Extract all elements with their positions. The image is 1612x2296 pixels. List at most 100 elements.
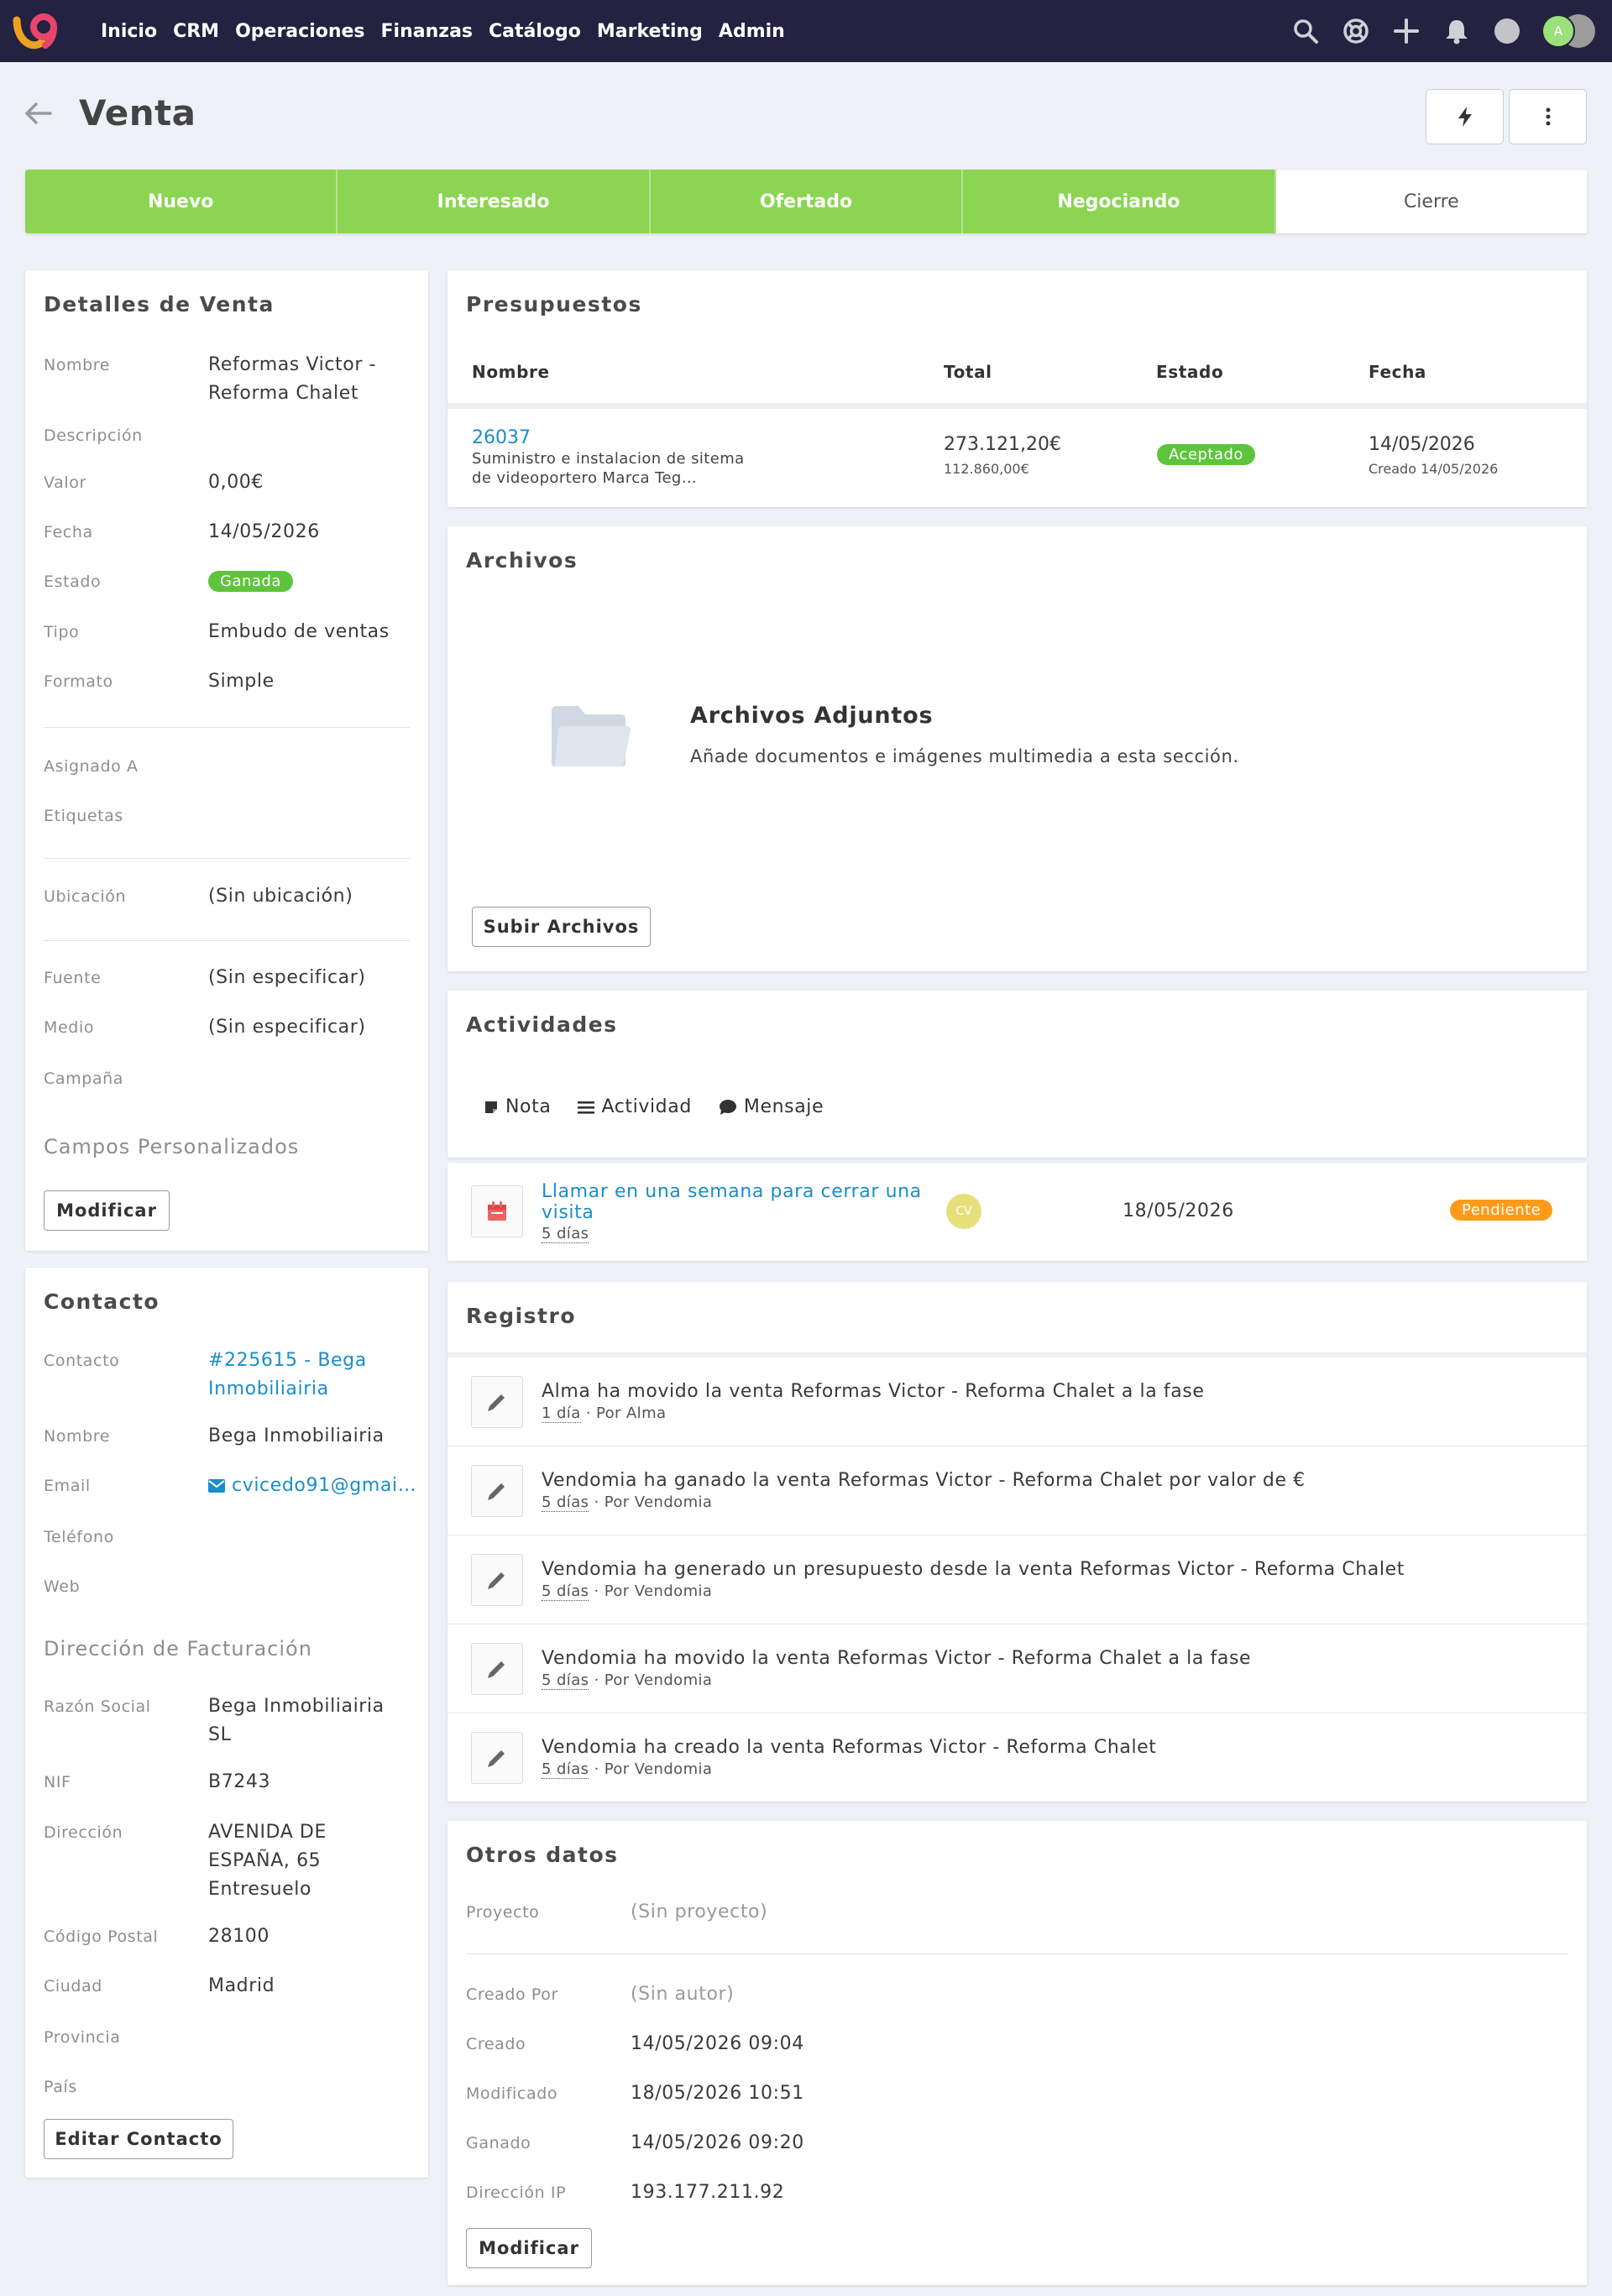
header-actions <box>1426 89 1587 144</box>
pencil-icon-box <box>471 1554 523 1606</box>
page-title: Venta <box>79 92 196 133</box>
field-provincia: Provincia <box>44 2028 121 2047</box>
registro-text: Vendomia ha movido la venta Reformas Vic… <box>542 1648 1252 1669</box>
plus-icon[interactable] <box>1390 15 1422 47</box>
nav-inicio[interactable]: Inicio <box>101 21 157 42</box>
note-icon <box>485 1101 497 1113</box>
top-actions: A <box>1290 0 1595 62</box>
divider <box>44 727 410 728</box>
actividad-status-badge: Pendiente <box>1450 1200 1553 1221</box>
field-creado: Creado 14/05/2026 09:04 <box>466 2033 804 2054</box>
presupuesto-description: Suministro e instalacion de sitema de vi… <box>472 450 745 487</box>
field-pais: País <box>44 2078 77 2096</box>
actividad-title-link[interactable]: Llamar en una semana para cerrar una vis… <box>542 1181 922 1223</box>
presupuesto-estado-badge: Aceptado <box>1157 444 1255 465</box>
registro-text: Alma ha movido la venta Reformas Victor … <box>542 1381 1205 1402</box>
field-fecha: Fecha 14/05/2026 <box>44 521 320 542</box>
field-ciudad: Ciudad Madrid <box>44 1975 275 1996</box>
subir-archivos-button[interactable]: Subir Archivos <box>472 907 651 947</box>
stage-ofertado[interactable]: Ofertado <box>650 170 964 233</box>
field-codigo-postal: Código Postal 28100 <box>44 1926 270 1947</box>
pencil-icon-box <box>471 1376 523 1428</box>
calendar-icon-box <box>471 1185 523 1237</box>
field-valor: Valor 0,00€ <box>44 472 264 493</box>
stage-interesado[interactable]: Interesado <box>338 170 651 233</box>
field-modificado: Modificado 18/05/2026 10:51 <box>466 2083 804 2104</box>
registro-meta: 5 días · Por Vendomia <box>542 1760 713 1779</box>
stage-negociando[interactable]: Negociando <box>963 170 1276 233</box>
registro-text: Vendomia ha ganado la venta Reformas Vic… <box>542 1470 1306 1491</box>
registro-meta: 5 días · Por Vendomia <box>542 1671 713 1690</box>
nav-admin[interactable]: Admin <box>719 21 785 42</box>
top-navigation-bar: Inicio CRM Operaciones Finanzas Catálogo… <box>0 0 1612 62</box>
nav-marketing[interactable]: Marketing <box>597 21 703 42</box>
app-logo-icon[interactable] <box>12 8 64 54</box>
activity-tabs: Nota Actividad Mensaje <box>484 1096 824 1117</box>
tab-mensaje[interactable]: Mensaje <box>719 1096 824 1117</box>
otros-datos-card: Otros datos Proyecto (Sin proyecto) Crea… <box>447 1821 1587 2285</box>
folder-icon <box>552 706 631 766</box>
campos-personalizados-title: Campos Personalizados <box>44 1135 300 1158</box>
estado-badge: Ganada <box>208 571 293 592</box>
nav-finanzas[interactable]: Finanzas <box>381 21 473 42</box>
presupuesto-total: 273.121,20€ <box>944 434 1061 455</box>
pencil-icon-box <box>471 1732 523 1784</box>
nav-catalogo[interactable]: Catálogo <box>489 21 581 42</box>
field-contacto-nombre: Nombre Bega Inmobiliairia <box>44 1425 385 1446</box>
user-avatar-group[interactable]: A <box>1541 14 1595 48</box>
archivos-text: Añade documentos e imágenes multimedia a… <box>690 746 1239 766</box>
page-header: Venta <box>24 92 196 133</box>
actividad-item[interactable]: Llamar en una semana para cerrar una vis… <box>447 1163 1587 1261</box>
help-lifebuoy-icon[interactable] <box>1340 15 1372 47</box>
chat-bubble-icon <box>719 1099 736 1115</box>
field-direccion-ip: Dirección IP 193.177.211.92 <box>466 2182 785 2203</box>
field-email: Email cvicedo91@gmai… <box>44 1472 416 1500</box>
field-etiquetas: Etiquetas <box>44 807 123 825</box>
actividad-ago: 5 días <box>542 1225 589 1243</box>
search-icon[interactable] <box>1290 15 1322 47</box>
detalles-venta-card: Detalles de Venta Nombre Reformas Victor… <box>25 270 428 1251</box>
field-nombre: Nombre Reformas Victor - Reforma Chalet <box>44 354 377 404</box>
otros-title: Otros datos <box>466 1843 619 1867</box>
envelope-icon <box>208 1479 225 1493</box>
registro-item: Vendomia ha ganado la venta Reformas Vic… <box>447 1446 1587 1535</box>
quick-action-button[interactable] <box>1426 89 1504 144</box>
actividad-assignee-avatar[interactable]: CV <box>946 1194 981 1229</box>
col-fecha: Fecha <box>1369 362 1427 382</box>
more-options-button[interactable] <box>1509 89 1587 144</box>
modificar-detalles-button[interactable]: Modificar <box>44 1190 170 1231</box>
table-header-divider <box>447 403 1587 409</box>
detalles-title: Detalles de Venta <box>44 292 275 316</box>
stage-cierre[interactable]: Cierre <box>1275 170 1587 233</box>
pipeline-stages: Nuevo Interesado Ofertado Negociando Cie… <box>25 170 1587 233</box>
contacto-title: Contacto <box>44 1289 160 1314</box>
user-avatar[interactable]: A <box>1541 14 1575 48</box>
stage-nuevo[interactable]: Nuevo <box>25 170 338 233</box>
calendar-icon <box>488 1201 506 1221</box>
divider <box>44 940 410 941</box>
tab-actividad[interactable]: Actividad <box>578 1096 691 1117</box>
archivos-heading: Archivos Adjuntos <box>690 703 934 729</box>
field-campana: Campaña <box>44 1070 124 1088</box>
field-creado-por: Creado Por (Sin autor) <box>466 1984 735 2005</box>
status-dot-icon[interactable] <box>1491 15 1523 47</box>
registro-text: Vendomia ha generado un presupuesto desd… <box>542 1559 1405 1580</box>
field-contacto: Contacto #225615 - Bega Inmobiliairia <box>44 1347 410 1404</box>
field-ubicacion: Ubicación (Sin ubicación) <box>44 886 353 907</box>
presupuesto-id-link[interactable]: 26037 <box>472 427 531 448</box>
registro-meta: 5 días · Por Vendomia <box>542 1493 713 1512</box>
nav-crm[interactable]: CRM <box>173 21 219 42</box>
table-row[interactable]: 26037 Suministro e instalacion de sitema… <box>447 409 1587 507</box>
modificar-otros-button[interactable]: Modificar <box>466 2228 592 2268</box>
email-link[interactable]: cvicedo91@gmai… <box>208 1472 416 1500</box>
field-proyecto: Proyecto (Sin proyecto) <box>466 1901 768 1922</box>
nav-operaciones[interactable]: Operaciones <box>235 21 364 42</box>
tab-nota[interactable]: Nota <box>484 1096 551 1117</box>
editar-contacto-button[interactable]: Editar Contacto <box>44 2119 233 2159</box>
bell-icon[interactable] <box>1441 15 1473 47</box>
contacto-link[interactable]: #225615 - Bega Inmobiliairia <box>208 1347 367 1404</box>
back-arrow-icon[interactable] <box>24 98 54 128</box>
main-nav: Inicio CRM Operaciones Finanzas Catálogo… <box>101 0 785 62</box>
registro-item: Vendomia ha creado la venta Reformas Vic… <box>447 1713 1587 1802</box>
field-razon-social: Razón Social Bega Inmobiliairia SL <box>44 1696 385 1745</box>
